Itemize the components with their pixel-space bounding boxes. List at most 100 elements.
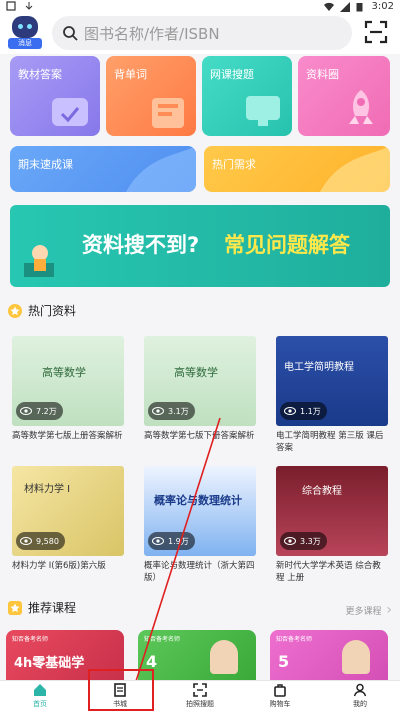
download-icon <box>24 1 34 11</box>
banner-illustration-icon <box>24 245 54 277</box>
tile-illustration-icon <box>152 98 184 128</box>
tile-resource-circle[interactable]: 资料圈 <box>298 56 390 136</box>
teacher-avatar <box>342 640 370 674</box>
app-notification-icon <box>6 1 16 11</box>
tile-decoration-icon <box>320 146 390 192</box>
cover-title: 材料力学 I <box>24 484 71 495</box>
book-cover: 概率论与数理统计 1.9万 <box>144 466 256 556</box>
cover-title: 高等数学 <box>174 366 218 379</box>
message-badge: 消息 <box>8 38 42 49</box>
book-title: 新时代大学学术英语 综合教程 上册 <box>276 561 381 583</box>
chevron-right-icon: › <box>386 602 392 618</box>
cover-title: 电工学简明教程 <box>284 362 354 373</box>
search-placeholder: 图书名称/作者/ISBN <box>84 24 220 43</box>
tile-vocabulary[interactable]: 背单词 <box>106 56 196 136</box>
robot-logo-button[interactable]: 消息 <box>8 16 42 50</box>
tile-label: 热门需求 <box>212 158 256 171</box>
nav-cart[interactable]: 购物车 <box>240 681 320 711</box>
tile-textbook-answers[interactable]: 教材答案 <box>10 56 100 136</box>
eye-icon <box>20 407 32 415</box>
view-count: 1.1万 <box>280 402 327 420</box>
book-title: 高等数学第七版下册答案解析 <box>144 431 255 441</box>
scan-icon <box>364 20 388 44</box>
book-cover: 材料力学 I 9,580 <box>12 466 124 556</box>
shopping-bag-icon <box>274 684 286 697</box>
wifi-icon <box>323 2 334 12</box>
course-headline: 5 <box>278 652 290 671</box>
view-count: 9,580 <box>16 532 65 550</box>
book-cover: 电工学简明教程 1.1万 <box>276 336 388 426</box>
nav-profile[interactable]: 我的 <box>320 681 400 711</box>
book-card[interactable]: 高等数学 7.2万 高等数学第七版上册答案解析 <box>12 336 124 454</box>
battery-icon <box>356 2 366 12</box>
top-bar: 消息 图书名称/作者/ISBN <box>0 14 400 54</box>
book-cover: 高等数学 7.2万 <box>12 336 124 426</box>
tile-label: 期末速成课 <box>18 158 73 171</box>
home-icon <box>34 684 46 696</box>
tile-label: 网课搜题 <box>210 68 254 81</box>
robot-logo-icon <box>12 16 38 38</box>
book-title: 概率论与数理统计（浙大第四版） <box>144 561 255 583</box>
user-icon <box>353 683 367 697</box>
book-title: 高等数学第七版上册答案解析 <box>12 431 123 441</box>
tile-label: 背单词 <box>114 68 147 81</box>
scan-icon <box>193 683 207 697</box>
banner-highlight-text: 常见问题解答 <box>224 233 350 257</box>
hot-section-header: 热门资料 <box>8 302 76 319</box>
eye-icon <box>20 537 32 545</box>
section-title: 热门资料 <box>28 304 77 318</box>
signal-icon <box>339 1 350 12</box>
bottom-nav: 首页 书城 拍照搜题 购物车 我的 <box>0 680 400 711</box>
view-count: 7.2万 <box>16 402 63 420</box>
view-count: 1.9万 <box>148 532 195 550</box>
course-card[interactable]: 知否备考名师 5 <box>270 630 388 680</box>
course-headline: 4h零基础学 <box>14 656 85 671</box>
view-count: 3.1万 <box>148 402 195 420</box>
book-title: 材料力学 I(第6版)第六版 <box>12 561 106 571</box>
faq-banner[interactable]: 资料搜不到? 常见问题解答 <box>10 205 390 287</box>
cover-title: 综合教程 <box>302 486 342 497</box>
book-card[interactable]: 综合教程 3.3万 新时代大学学术英语 综合教程 上册 <box>276 466 388 584</box>
more-courses-link[interactable]: 更多课程 › <box>346 602 393 618</box>
star-icon <box>8 303 22 318</box>
course-card[interactable]: 知否备考名师 4 <box>138 630 256 680</box>
book-card[interactable]: 材料力学 I 9,580 材料力学 I(第6版)第六版 <box>12 466 124 584</box>
tile-label: 资料圈 <box>306 68 339 81</box>
annotation-highlight-box <box>88 669 154 711</box>
search-bar[interactable]: 图书名称/作者/ISBN <box>52 16 352 50</box>
tile-hot-demand[interactable]: 热门需求 <box>204 146 390 192</box>
course-tag: 知否备考名师 <box>144 636 181 643</box>
eye-icon <box>152 407 164 415</box>
cover-title: 高等数学 <box>42 366 86 379</box>
section-title: 推荐课程 <box>28 601 77 615</box>
nav-home[interactable]: 首页 <box>0 681 80 711</box>
star-icon <box>8 600 22 615</box>
tile-illustration-icon <box>246 96 280 126</box>
course-tag: 知否备考名师 <box>276 636 313 643</box>
tile-label: 教材答案 <box>18 68 62 81</box>
tile-decoration-icon <box>126 146 196 192</box>
cover-title: 概率论与数理统计 <box>154 494 242 507</box>
course-section-header: 推荐课程 <box>8 599 76 616</box>
rocket-icon <box>349 90 373 124</box>
teacher-avatar <box>210 640 238 674</box>
tile-illustration-icon <box>52 98 88 126</box>
search-icon <box>63 26 78 41</box>
tile-final-exam-course[interactable]: 期末速成课 <box>10 146 196 192</box>
view-count: 3.3万 <box>280 532 327 550</box>
book-title: 电工学简明教程 第三版 课后答案 <box>276 431 384 453</box>
tile-course-search[interactable]: 网课搜题 <box>202 56 292 136</box>
book-cover: 高等数学 3.1万 <box>144 336 256 426</box>
book-cover: 综合教程 3.3万 <box>276 466 388 556</box>
nav-photo-search[interactable]: 拍照搜题 <box>160 681 240 711</box>
status-bar: 3:02 <box>0 0 400 14</box>
eye-icon <box>284 537 296 545</box>
scan-button[interactable] <box>364 20 388 44</box>
status-time: 3:02 <box>371 1 394 12</box>
book-card[interactable]: 电工学简明教程 1.1万 电工学简明教程 第三版 课后答案 <box>276 336 388 454</box>
book-card[interactable]: 概率论与数理统计 1.9万 概率论与数理统计（浙大第四版） <box>144 466 256 584</box>
app-screen: 3:02 消息 图书名称/作者/ISBN 教材答案 背单词 网课搜题 资料圈 期… <box>0 0 400 711</box>
eye-icon <box>152 537 164 545</box>
book-card[interactable]: 高等数学 3.1万 高等数学第七版下册答案解析 <box>144 336 256 454</box>
banner-text: 资料搜不到? <box>82 233 200 257</box>
